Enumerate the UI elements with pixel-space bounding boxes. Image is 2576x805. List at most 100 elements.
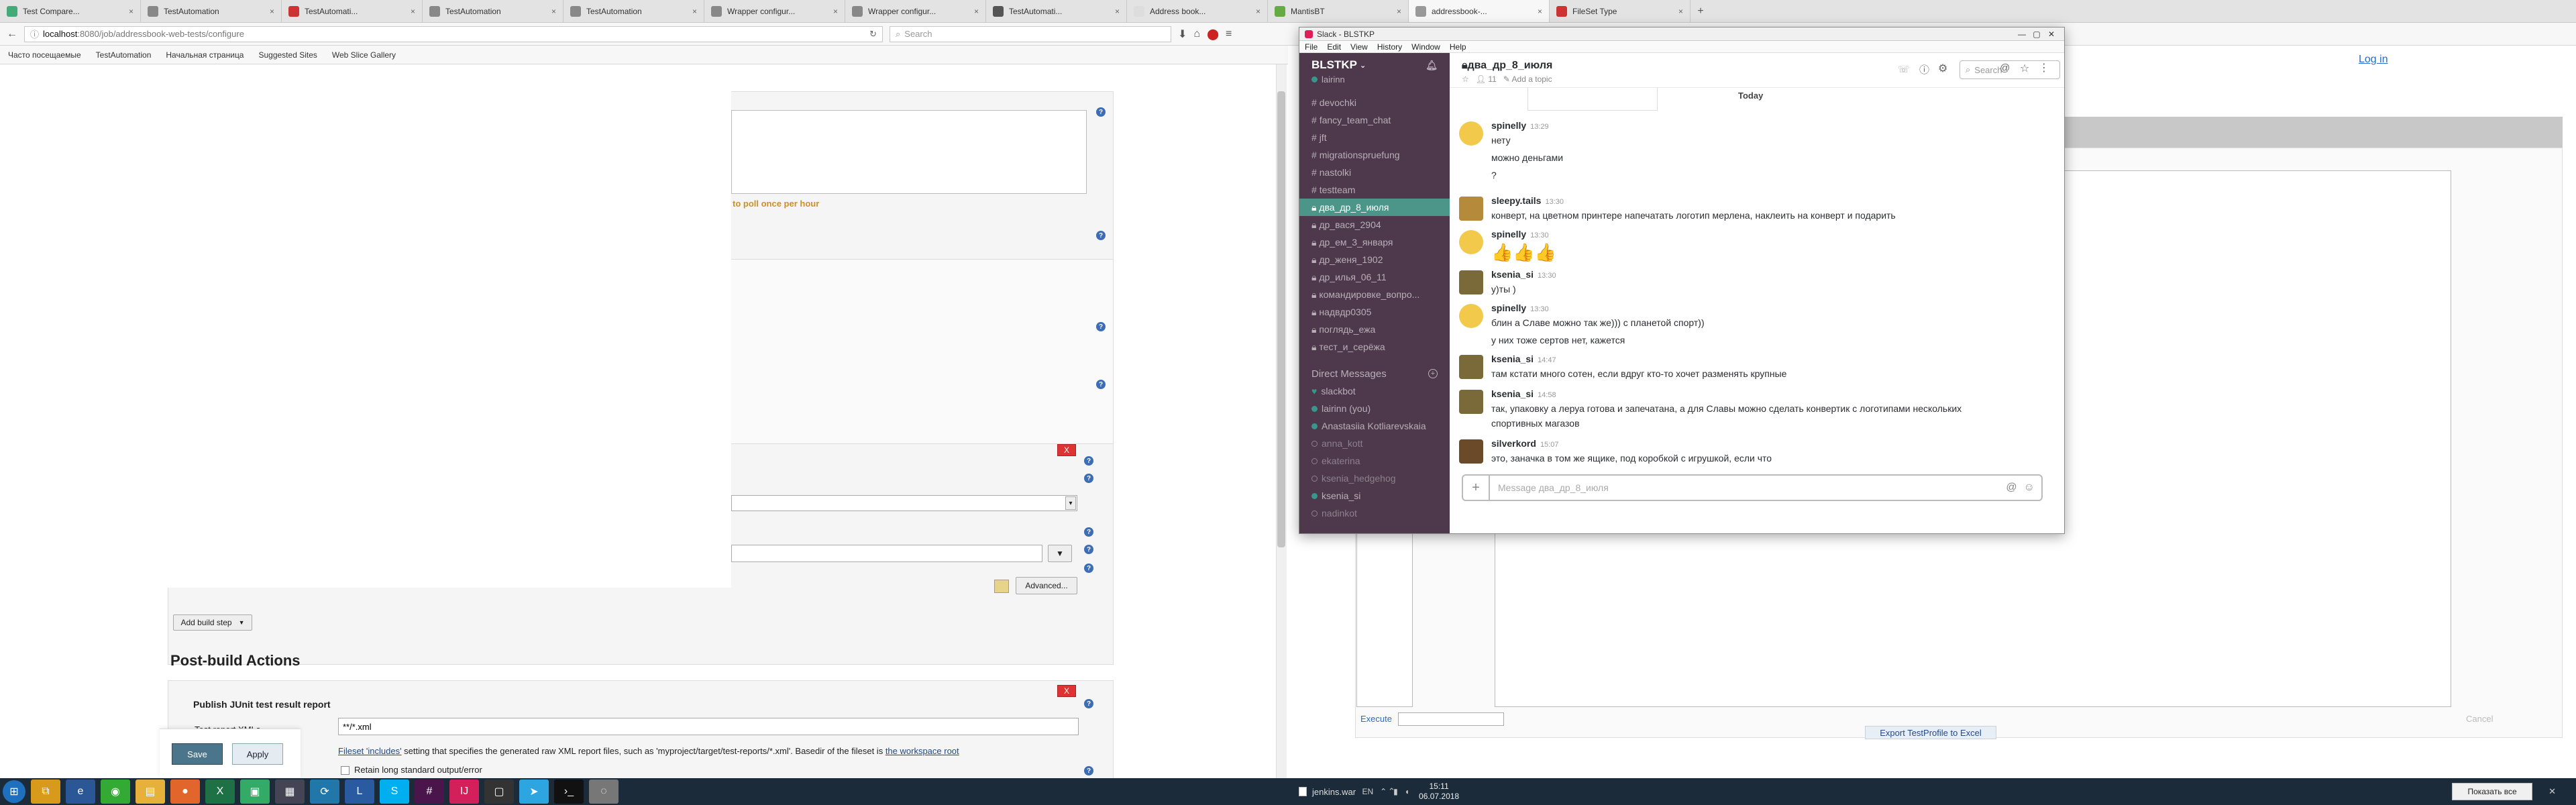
close-tab-icon[interactable]: × — [1256, 7, 1260, 16]
avatar[interactable] — [1459, 390, 1483, 414]
browser-tab[interactable]: Wrapper configur... × — [845, 0, 986, 22]
channel-item[interactable]: # devochki — [1299, 94, 1450, 111]
dm-item[interactable]: nadinkot — [1299, 504, 1450, 522]
message-author[interactable]: sleepy.tails 13:30 — [1491, 195, 1564, 206]
channel-item[interactable]: # jft — [1299, 129, 1450, 146]
channel-item[interactable]: 🔒︎ др_илья_06_11 — [1299, 268, 1450, 286]
help-icon[interactable]: ? — [1084, 545, 1093, 554]
text-field[interactable] — [731, 545, 1042, 562]
message-author[interactable]: ksenia_si 14:58 — [1491, 388, 1556, 399]
channel-item[interactable]: # migrationspruefung — [1299, 146, 1450, 164]
execute-input[interactable] — [1398, 712, 1504, 726]
scrollbar-thumb[interactable] — [1277, 91, 1285, 547]
close-tab-icon[interactable]: × — [1538, 7, 1542, 16]
reload-icon[interactable]: ↻ — [869, 29, 877, 40]
search-field[interactable]: ⌕ Search — [890, 25, 1171, 42]
browser-tab[interactable]: Test Compare... × — [0, 0, 141, 22]
clock[interactable]: 15:11 06.07.2018 — [1419, 782, 1459, 802]
export-button[interactable]: Export TestProfile to Excel — [1865, 726, 1996, 739]
retain-output-checkbox[interactable] — [341, 766, 350, 775]
bookmark-item[interactable]: Начальная страница — [166, 50, 244, 60]
cancel-button[interactable]: Cancel — [2466, 714, 2493, 724]
help-icon[interactable]: ? — [1096, 231, 1106, 240]
help-icon[interactable]: ? — [1084, 527, 1093, 537]
execute-label[interactable]: Execute — [1360, 714, 1392, 724]
menu-item[interactable]: Window — [1411, 42, 1440, 52]
bookmark-item[interactable]: Web Slice Gallery — [332, 50, 396, 60]
show-all-downloads-button[interactable]: Показать все — [2452, 783, 2533, 800]
intellij-icon[interactable]: IJ — [449, 780, 479, 804]
browser-tab[interactable]: FileSet Type × — [1550, 0, 1690, 22]
taskbar-app-icon[interactable]: ▣ — [240, 780, 270, 804]
browser-tab[interactable]: TestAutomation × — [141, 0, 282, 22]
channel-item[interactable]: 🔒︎ тест_и_серёжа — [1299, 338, 1450, 356]
menu-item[interactable]: File — [1305, 42, 1318, 52]
star-icon[interactable]: ☆ — [2020, 62, 2029, 75]
test-report-input[interactable] — [338, 718, 1079, 735]
channel-item[interactable]: 🔒︎ др_вася_2904 — [1299, 216, 1450, 233]
browser-tab-active[interactable]: addressbook-... × — [1409, 0, 1550, 22]
message-author[interactable]: ksenia_si 14:47 — [1491, 354, 1556, 364]
dm-item[interactable]: ♥ slackbot — [1299, 382, 1450, 400]
message-author[interactable]: ksenia_si 13:30 — [1491, 269, 1556, 280]
browser-tab[interactable]: TestAutomation × — [423, 0, 564, 22]
channel-item-selected[interactable]: 🔒︎ два_др_8_июля — [1299, 199, 1450, 216]
dm-item[interactable]: Anastasiia Kotliarevskaia — [1299, 417, 1450, 435]
add-dm-icon[interactable]: + — [1428, 369, 1438, 378]
browser-tab[interactable]: Wrapper configur... × — [704, 0, 845, 22]
avatar[interactable] — [1459, 270, 1483, 294]
apply-button[interactable]: Apply — [232, 743, 283, 765]
close-tab-icon[interactable]: × — [411, 7, 415, 16]
avatar[interactable] — [1459, 355, 1483, 379]
help-icon[interactable]: ? — [1084, 564, 1093, 573]
bookmark-item[interactable]: Suggested Sites — [258, 50, 317, 60]
dm-item[interactable]: ekaterina — [1299, 452, 1450, 470]
settings-gear-icon[interactable]: ⚙ — [1938, 62, 1947, 75]
skype-icon[interactable]: S — [380, 780, 409, 804]
chevron-up-icon[interactable]: ⌃ — [1388, 786, 1395, 797]
download-item[interactable]: jenkins.war ⌃ — [1299, 782, 1395, 801]
description-textarea[interactable] — [731, 110, 1087, 194]
channel-item[interactable]: 🔒︎ надвдр0305 — [1299, 303, 1450, 321]
back-icon[interactable]: ← — [7, 28, 17, 40]
firefox-icon[interactable]: ● — [170, 780, 200, 804]
avatar[interactable] — [1459, 304, 1483, 328]
save-button[interactable]: Save — [172, 743, 223, 765]
minimize-icon[interactable]: — — [2015, 30, 2029, 39]
delete-action-button[interactable]: X — [1057, 685, 1076, 697]
taskbar-app-icon[interactable]: e — [66, 780, 95, 804]
new-tab-icon[interactable]: + — [1690, 0, 1711, 22]
dm-item[interactable]: anna_kott — [1299, 435, 1450, 452]
delete-step-button[interactable]: X — [1057, 444, 1076, 456]
message-author[interactable]: spinelly 13:30 — [1491, 303, 1549, 313]
menu-item[interactable]: View — [1350, 42, 1368, 52]
close-tab-icon[interactable]: × — [129, 7, 133, 16]
close-tab-icon[interactable]: × — [974, 7, 979, 16]
dm-item[interactable]: ksenia_hedgehog — [1299, 470, 1450, 487]
dm-item[interactable]: lairinn (you) — [1299, 400, 1450, 417]
workspace-header[interactable]: BLSTKP ⌄ 🔔︎ — [1299, 53, 1450, 72]
browser-tab[interactable]: TestAutomati... × — [986, 0, 1127, 22]
select-field[interactable] — [731, 495, 1077, 511]
bookmark-item[interactable]: TestAutomation — [96, 50, 152, 60]
close-tab-icon[interactable]: × — [551, 7, 556, 16]
channel-item[interactable]: # fancy_team_chat — [1299, 111, 1450, 129]
login-link[interactable]: Log in — [2359, 54, 2388, 66]
help-icon[interactable]: ? — [1096, 107, 1106, 117]
channel-item[interactable]: # nastolki — [1299, 164, 1450, 181]
star-icon[interactable]: ☆ — [1462, 74, 1469, 84]
dm-header[interactable]: Direct Messages + — [1299, 365, 1450, 382]
help-icon[interactable]: ? — [1084, 474, 1093, 483]
menu-item[interactable]: Edit — [1327, 42, 1341, 52]
bell-icon[interactable]: 🔔︎ — [1426, 60, 1438, 71]
channel-item[interactable]: # testteam — [1299, 181, 1450, 199]
message-author[interactable]: spinelly 13:29 — [1491, 120, 1549, 131]
mentions-icon[interactable]: @ — [2000, 62, 2010, 74]
close-tab-icon[interactable]: × — [1397, 7, 1401, 16]
add-topic-link[interactable]: ✎ Add a topic — [1503, 74, 1552, 84]
message-author[interactable]: spinelly 13:30 — [1491, 229, 1549, 239]
mention-icon[interactable]: @ — [2006, 482, 2017, 494]
avatar[interactable] — [1459, 197, 1483, 221]
taskbar-app-icon[interactable]: ▢ — [484, 780, 514, 804]
browser-tab[interactable]: MantisBT × — [1268, 0, 1409, 22]
